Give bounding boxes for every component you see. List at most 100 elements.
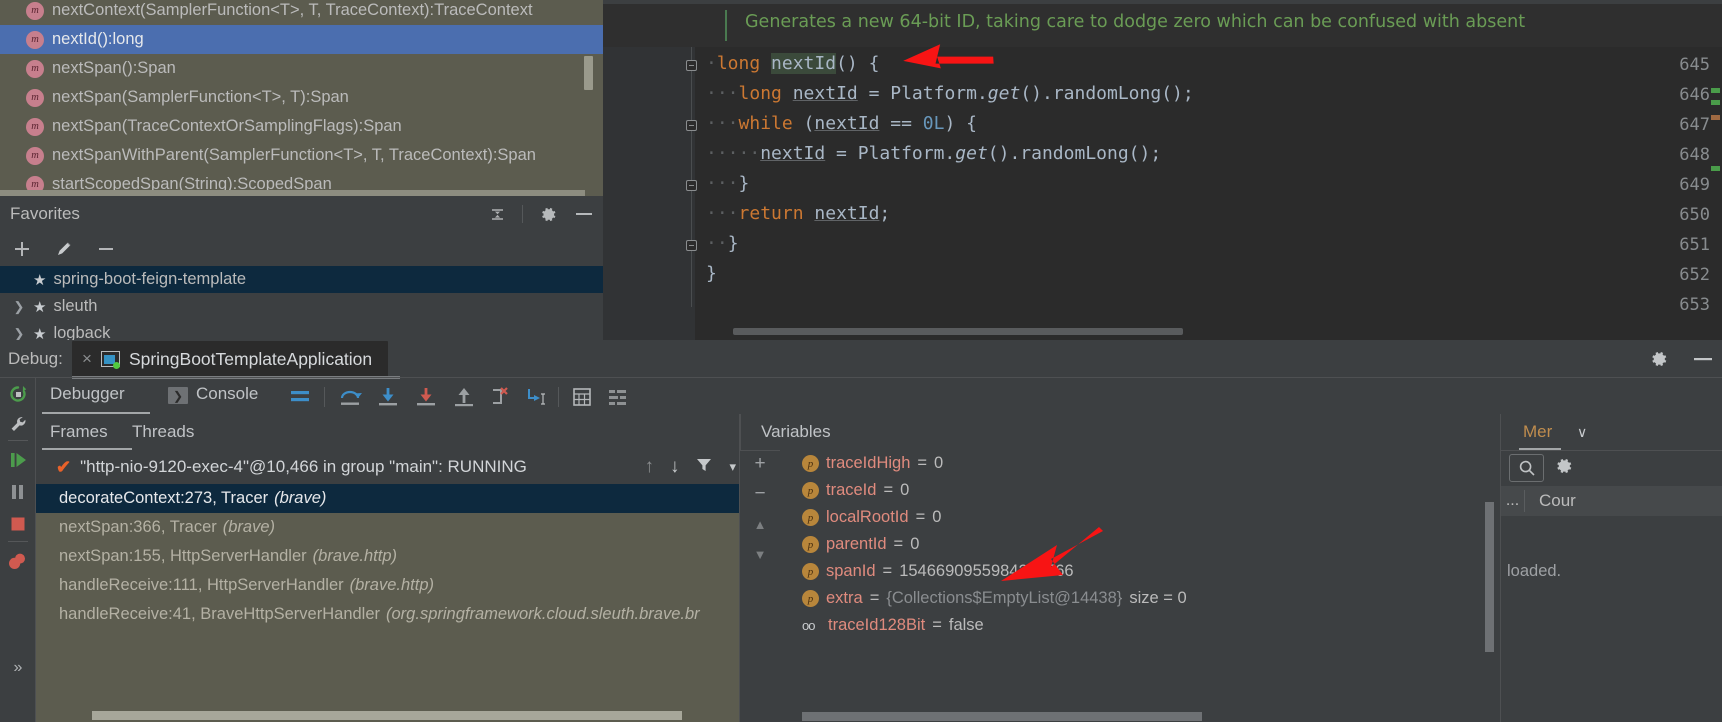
run-to-cursor-icon[interactable] [524, 386, 548, 408]
memory-column-count[interactable]: Cour [1525, 491, 1576, 511]
frame-row[interactable]: nextSpan:155, HttpServerHandler (brave.h… [36, 542, 740, 571]
close-icon[interactable]: × [82, 349, 92, 369]
step-into-icon[interactable] [376, 386, 400, 408]
variable-row[interactable]: p traceId = 0 [780, 477, 1500, 504]
settings-gear-icon[interactable] [537, 203, 559, 225]
variable-row[interactable]: p traceIdHigh = 0 [780, 450, 1500, 477]
favorites-item-spring-boot-feign-template[interactable]: ★ spring-boot-feign-template [0, 266, 603, 293]
add-favorite-button[interactable] [10, 237, 34, 261]
editor-horizontal-scrollbar[interactable] [733, 328, 1183, 335]
debug-session-tab[interactable]: × SpringBootTemplateApplication [72, 341, 389, 377]
variable-row[interactable]: p localRootId = 0 [780, 504, 1500, 531]
variables-list[interactable]: p traceIdHigh = 0 p traceId = 0 p localR… [780, 450, 1500, 722]
variable-row[interactable]: p parentId = 0 [780, 531, 1500, 558]
chevron-right-icon[interactable]: ❯ [12, 299, 26, 315]
remove-favorite-button[interactable] [94, 237, 118, 261]
show-execution-point-icon[interactable] [288, 386, 312, 408]
favorites-item-sleuth[interactable]: ❯ ★ sleuth [0, 293, 603, 320]
rerun-icon[interactable] [6, 382, 30, 406]
frame-row[interactable]: nextSpan:366, Tracer (brave) [36, 513, 740, 542]
variable-row-traceid128bit[interactable]: oo traceId128Bit = false [780, 612, 1500, 639]
variables-vertical-scrollbar[interactable] [1485, 502, 1494, 652]
mute-breakpoints-icon[interactable] [6, 550, 30, 574]
frame-row-selected[interactable]: decorateContext:273, Tracer (brave) [36, 484, 740, 513]
javadoc-marker-bar [725, 10, 727, 41]
thread-selector-row[interactable]: ✔ "http-nio-9120-exec-4"@10,466 in group… [36, 450, 740, 484]
code-fold-toggle[interactable] [686, 180, 697, 191]
code-line-650[interactable]: ···return nextId; [706, 203, 890, 224]
code-line-649[interactable]: ···} [706, 173, 749, 194]
structure-tree-panel[interactable]: m nextContext(SamplerFunction<T>, T, Tra… [0, 0, 603, 196]
equals-sign: = [917, 454, 928, 472]
hide-panel-icon[interactable] [1692, 348, 1714, 370]
resume-program-icon[interactable] [6, 448, 30, 472]
code-editor[interactable]: Generates a new 64-bit ID, taking care t… [603, 0, 1722, 340]
structure-item[interactable]: m nextSpanWithParent(SamplerFunction<T>,… [0, 141, 603, 170]
tab-debugger[interactable]: Debugger [50, 384, 125, 404]
tab-threads[interactable]: Threads [132, 422, 194, 442]
drop-frame-icon[interactable] [488, 386, 512, 408]
structure-item[interactable]: m nextSpan(SamplerFunction<T>, T):Span [0, 83, 603, 112]
frames-horizontal-scrollbar[interactable] [92, 711, 682, 720]
code-fold-toggle[interactable] [686, 120, 697, 131]
inspection-marker[interactable] [1711, 166, 1720, 171]
collapse-all-icon[interactable] [486, 203, 508, 225]
code-line-652[interactable]: } [706, 263, 717, 284]
move-up-icon[interactable]: ↑ [644, 456, 654, 478]
settings-gear-icon[interactable] [1648, 348, 1670, 370]
code-line-651[interactable]: ··} [706, 233, 739, 254]
add-watch-icon[interactable]: + [748, 452, 772, 476]
editor-gutter[interactable] [603, 47, 695, 340]
inspection-marker[interactable] [1711, 115, 1720, 120]
edit-favorite-button[interactable] [52, 237, 76, 261]
memory-column-class[interactable]: ... [1501, 492, 1524, 510]
code-line-648[interactable]: ·····nextId = Platform.get().randomLong(… [706, 143, 1161, 164]
wrench-settings-icon[interactable] [6, 412, 30, 436]
tab-console[interactable]: Console [196, 384, 258, 404]
inspection-marker[interactable] [1711, 100, 1720, 105]
code-fold-toggle[interactable] [686, 60, 697, 71]
structure-item[interactable]: m nextSpan(TraceContextOrSamplingFlags):… [0, 112, 603, 141]
code-line-646[interactable]: ···long nextId = Platform.get().randomLo… [706, 83, 1194, 104]
filter-icon[interactable] [695, 456, 713, 479]
tab-memory[interactable]: Mer [1523, 422, 1552, 442]
field-icon: p [802, 563, 819, 580]
variables-horizontal-scrollbar[interactable] [802, 712, 1202, 721]
force-step-into-icon[interactable] [414, 386, 438, 408]
move-watch-down-icon[interactable]: ▼ [748, 542, 772, 566]
code-line-647[interactable]: ···while (nextId == 0L) { [706, 113, 977, 134]
frames-list[interactable]: decorateContext:273, Tracer (brave) next… [36, 484, 740, 722]
dropdown-chevron-icon[interactable]: ▾ [729, 459, 736, 475]
layout-settings-icon[interactable] [606, 386, 630, 408]
evaluate-expression-icon[interactable] [570, 386, 594, 408]
structure-item[interactable]: m nextContext(SamplerFunction<T>, T, Tra… [0, 0, 603, 25]
code-line-645[interactable]: ·long nextId() { [706, 53, 879, 74]
structure-item[interactable]: m nextSpan():Span [0, 54, 603, 83]
frame-row[interactable]: handleReceive:41, BraveHttpServerHandler… [36, 600, 740, 629]
structure-vertical-scrollbar[interactable] [584, 56, 593, 90]
expand-more-icon[interactable]: » [6, 656, 30, 680]
move-watch-up-icon[interactable]: ▲ [748, 512, 772, 536]
move-down-icon[interactable]: ↓ [670, 456, 680, 478]
step-out-icon[interactable] [452, 386, 476, 408]
chevron-down-icon[interactable]: ∨ [1577, 424, 1587, 441]
debug-side-toolbar: » [0, 378, 36, 722]
pause-program-icon[interactable] [6, 480, 30, 504]
remove-watch-icon[interactable]: − [748, 482, 772, 506]
variable-row-extra[interactable]: p extra = {Collections$EmptyList@14438} … [780, 585, 1500, 612]
structure-item-label: nextSpan(TraceContextOrSamplingFlags):Sp… [52, 117, 402, 135]
tab-frames[interactable]: Frames [50, 422, 108, 442]
step-over-icon[interactable] [338, 386, 362, 408]
debugger-tabs-toolbar: Debugger ❯ Console [36, 378, 1722, 415]
code-fold-toggle[interactable] [686, 240, 697, 251]
stop-icon[interactable] [6, 512, 30, 536]
inspection-marker[interactable] [1711, 88, 1720, 93]
frame-package: (org.springframework.cloud.sleuth.brave.… [386, 605, 700, 623]
search-icon[interactable] [1509, 454, 1544, 482]
settings-gear-icon[interactable] [1554, 456, 1574, 481]
variable-row-spanid[interactable]: p spanId = 1546690955984241566 [780, 558, 1500, 585]
structure-item-selected[interactable]: m nextId():long [0, 25, 603, 54]
hide-panel-icon[interactable] [573, 203, 595, 225]
frame-row[interactable]: handleReceive:111, HttpServerHandler (br… [36, 571, 740, 600]
toolbar-divider [8, 541, 28, 542]
